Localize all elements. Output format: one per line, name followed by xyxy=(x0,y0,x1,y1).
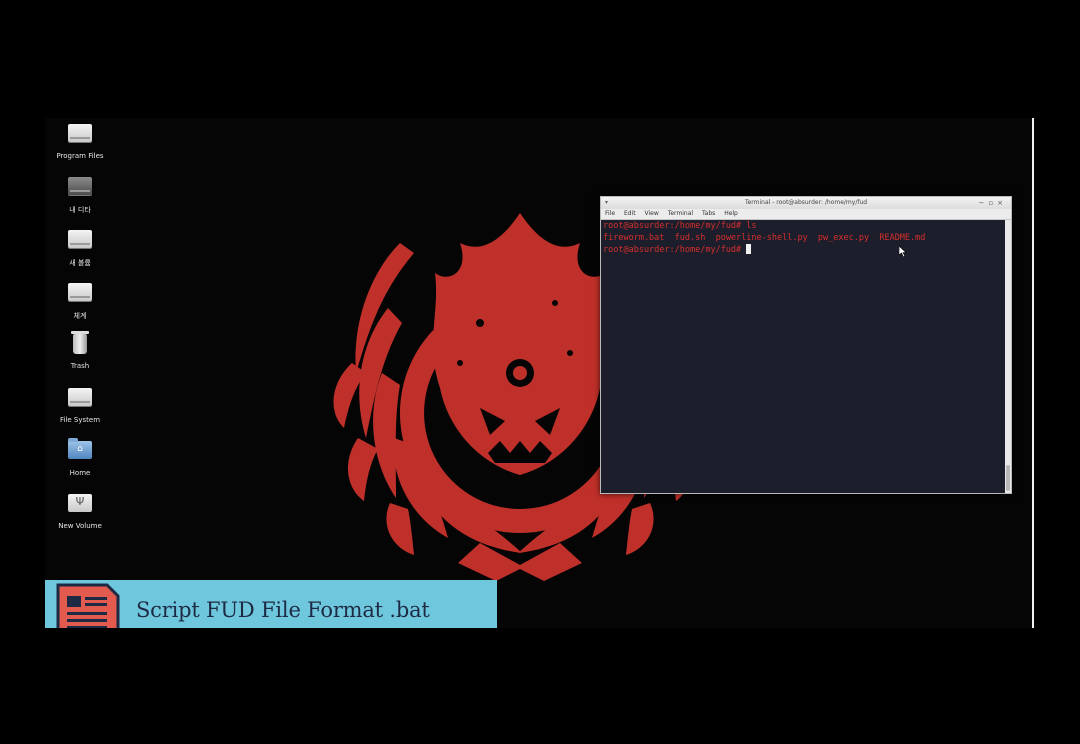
desktop-icon-home[interactable]: ⌂ Home xyxy=(45,438,115,477)
drive-icon xyxy=(68,124,92,142)
drive-icon xyxy=(68,388,92,406)
drive-icon xyxy=(68,230,92,248)
banner-title: Script FUD File Format .bat xyxy=(136,598,430,622)
terminal-output[interactable]: root@absurder:/home/my/fud# ls fireworm.b… xyxy=(601,220,1005,493)
terminal-window[interactable]: ▾ Terminal - root@absurder: /home/my/fud… xyxy=(600,196,1012,494)
desktop-icon-label: 새 볼륨 xyxy=(69,259,91,267)
window-controls[interactable]: −▫× xyxy=(979,197,1007,209)
scrollbar-thumb[interactable] xyxy=(1006,465,1010,491)
desktop-icon-label: File System xyxy=(59,416,101,424)
terminal-title: Terminal - root@absurder: /home/my/fud xyxy=(744,199,868,206)
window-menu-icon[interactable]: ▾ xyxy=(605,197,608,209)
terminal-prompt-line: root@absurder:/home/my/fud# xyxy=(603,244,1003,257)
desktop-icon-new-volume-ko[interactable]: 새 볼륨 xyxy=(45,228,115,268)
frame-edge-line xyxy=(1032,118,1034,628)
desktop-icon-label: New Volume xyxy=(58,522,102,530)
document-icon xyxy=(56,583,120,628)
home-folder-icon: ⌂ xyxy=(68,438,92,459)
trash-icon xyxy=(71,331,89,354)
usb-drive-icon: Ψ xyxy=(68,494,92,512)
mouse-pointer-icon xyxy=(899,246,907,257)
menu-help[interactable]: Help xyxy=(724,210,738,217)
desktop-icon-label: Home xyxy=(69,469,91,477)
desktop-icon-label: 체계 xyxy=(73,312,87,320)
terminal-scrollbar[interactable] xyxy=(1005,220,1011,493)
desktop-icon-system[interactable]: 체계 xyxy=(45,281,115,321)
menu-tabs[interactable]: Tabs xyxy=(702,210,715,217)
desktop-icon-my-data[interactable]: 내 디타 xyxy=(45,175,115,215)
terminal-titlebar[interactable]: ▾ Terminal - root@absurder: /home/my/fud… xyxy=(601,197,1011,209)
desktop-icon-label: Program Files xyxy=(56,152,104,160)
terminal-line: fireworm.bat fud.sh powerline-shell.py p… xyxy=(603,232,926,243)
terminal-menubar: File Edit View Terminal Tabs Help xyxy=(601,209,1011,220)
menu-file[interactable]: File xyxy=(605,210,615,217)
terminal-line: root@absurder:/home/my/fud# xyxy=(603,245,747,255)
menu-terminal[interactable]: Terminal xyxy=(668,210,693,217)
menu-edit[interactable]: Edit xyxy=(624,210,636,217)
desktop-icon-program-files[interactable]: Program Files xyxy=(45,122,115,160)
menu-view[interactable]: View xyxy=(645,210,659,217)
desktop-icon-label: 내 디타 xyxy=(69,206,91,214)
desktop-icon-new-volume[interactable]: Ψ New Volume xyxy=(45,492,115,530)
desktop-icon-label: Trash xyxy=(70,362,90,370)
desktop-screen: Program Files 내 디타 새 볼륨 체계 Trash File Sy… xyxy=(45,118,1035,628)
desktop-icon-trash[interactable]: Trash xyxy=(45,331,115,370)
text-cursor xyxy=(746,244,752,254)
drive-icon xyxy=(68,283,92,301)
desktop-icon-file-system[interactable]: File System xyxy=(45,386,115,424)
terminal-line: root@absurder:/home/my/fud# ls xyxy=(603,221,757,231)
dark-drive-icon xyxy=(68,177,92,195)
video-title-banner: Script FUD File Format .bat xyxy=(45,580,497,628)
